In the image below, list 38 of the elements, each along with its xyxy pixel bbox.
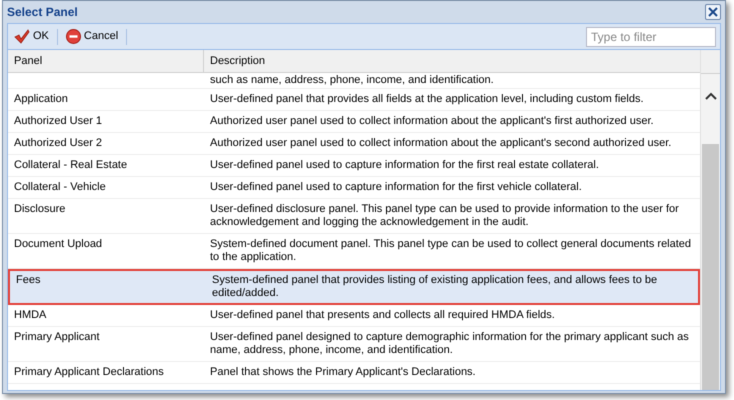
filter-field[interactable]: Type to filter [586, 26, 716, 46]
ok-button[interactable]: OK [12, 28, 51, 45]
description-cell: Panel that shows the Primary Applicant's Declarations. [210, 366, 476, 378]
scrollbar[interactable] [700, 50, 720, 390]
table-row[interactable]: Fees System-defined panel that provides listing of existing application fees, and allows fees to be edited/added. [8, 269, 700, 305]
scrollbar-thumb[interactable] [702, 144, 719, 390]
scroll-up-icon[interactable] [704, 92, 716, 100]
description-cell: such as name, address, phone, income, and identification. [210, 74, 494, 86]
description-cell: System-defined document panel. This panel type can be used to collect general documents related to the application. [210, 238, 692, 263]
description-cell: User-defined panel designed to capture demographic information for the primary applicant such as name, address, phone, income, and identification. [210, 331, 689, 356]
close-icon [708, 7, 718, 17]
minus-circle-icon [66, 29, 81, 44]
description-cell: User-defined panel that presents and collects all required HMDA fields. [210, 309, 555, 321]
cancel-button[interactable]: Cancel [64, 28, 120, 45]
column-header[interactable]: Panel [8, 50, 204, 72]
window-title: Select Panel [7, 4, 78, 21]
panel-cell: Disclosure [14, 203, 66, 215]
checkmark-icon [14, 29, 30, 44]
description-cell: User-defined disclosure panel. This panel type can be used to provide information to the user for acknowledgement and logging the acknowledgement in the audit. [210, 203, 679, 228]
description-cell: System-defined panel that provides listing of existing application fees, and allows fees to be edited/added. [212, 274, 658, 299]
panel-cell: Fees [16, 274, 40, 286]
panel-cell: Collateral - Vehicle [14, 181, 106, 193]
description-cell: User-defined panel used to capture information for the first vehicle collateral. [210, 181, 582, 193]
panel-cell: Authorized User 1 [14, 115, 102, 127]
panel-cell: HMDA [14, 309, 46, 321]
table-row[interactable]: such as name, address, phone, income, and identification. [8, 73, 700, 89]
panel-cell: Collateral - Real Estate [14, 159, 128, 171]
description-cell: Authorized user panel used to collect information about the applicant's second authorized user. [210, 137, 672, 149]
description-cell: Authorized user panel used to collect information about the applicant's first authorized user. [210, 115, 654, 127]
panel-cell: Primary Applicant Declarations [14, 366, 164, 378]
panel-cell: Authorized User 2 [14, 137, 102, 149]
panel-cell: Primary Applicant [14, 331, 100, 343]
description-cell: User-defined panel that provides all fields at the application level, including custom fields. [210, 93, 644, 105]
description-cell: User-defined panel used to capture information for the first real estate collateral. [210, 159, 599, 171]
column-header[interactable]: Description [204, 50, 700, 72]
close-button[interactable] [705, 4, 721, 20]
panel-cell: Application [14, 93, 68, 105]
panel-cell: Document Upload [14, 238, 102, 250]
